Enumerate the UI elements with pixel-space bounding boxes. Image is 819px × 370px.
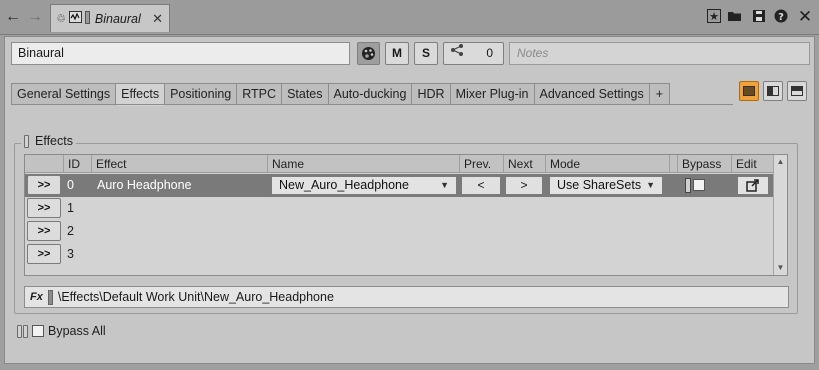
column-name[interactable]: Name (267, 155, 304, 173)
table-scrollbar[interactable]: ▲ ▼ (773, 155, 787, 275)
column-id[interactable]: ID (63, 155, 80, 173)
tab-underline (11, 104, 733, 105)
table-row[interactable]: >> 1 (25, 197, 773, 220)
scroll-down-icon[interactable]: ▼ (774, 261, 787, 275)
mode-value: Use ShareSets (557, 178, 642, 192)
recycle-icon: ♲ (56, 13, 66, 25)
color-swatch-icon (84, 10, 90, 27)
link-grip-icon[interactable] (17, 324, 22, 338)
dropdown-arrow-icon: ▼ (440, 180, 449, 190)
link-grip-icon[interactable] (685, 178, 691, 193)
column-prev[interactable]: Prev. (459, 155, 491, 173)
mode-dropdown[interactable]: Use ShareSets ▼ (549, 176, 663, 195)
bypass-all-control[interactable]: Bypass All (17, 324, 106, 338)
column-edit[interactable]: Edit (731, 155, 757, 173)
property-editor-panel: Binaural M S 0 Notes General Settings Ef… (4, 36, 815, 364)
column-bypass[interactable]: Bypass (677, 155, 721, 173)
back-arrow-icon[interactable]: ← (4, 8, 22, 26)
expand-row-button[interactable]: >> (27, 175, 61, 195)
table-row[interactable]: >> 0 Auro Headphone New_Auro_Headphone ▼… (25, 174, 773, 197)
tab-mixer-plug-in[interactable]: Mixer Plug-in (449, 83, 534, 105)
expand-row-button[interactable]: >> (27, 244, 61, 264)
column-effect[interactable]: Effect (91, 155, 126, 173)
layout-split-vertical-button[interactable] (763, 81, 783, 101)
edit-effect-button[interactable] (737, 176, 769, 195)
column-mode[interactable]: Mode (545, 155, 580, 173)
tab-hdr[interactable]: HDR (411, 83, 450, 105)
prev-effect-button[interactable]: < (461, 176, 501, 195)
single-pane-icon (743, 86, 755, 96)
object-name-field[interactable]: Binaural (11, 42, 350, 65)
effect-path: \Effects\Default Work Unit\New_Auro_Head… (57, 290, 334, 304)
bypass-all-label: Bypass All (48, 324, 106, 338)
effect-name-dropdown[interactable]: New_Auro_Headphone ▼ (271, 176, 457, 195)
next-effect-button[interactable]: > (505, 176, 543, 195)
title-bar: ← → ♲ Binaural ✕ ★ ? ✕ (0, 0, 819, 35)
svg-text:?: ? (778, 12, 784, 23)
row-id: 1 (67, 201, 74, 215)
references-button[interactable]: 0 (443, 42, 504, 65)
grip-icon (24, 134, 29, 148)
share-icon (450, 43, 464, 64)
solo-button[interactable]: S (414, 42, 438, 65)
tab-title: Binaural (94, 11, 141, 26)
bypass-all-checkbox[interactable] (32, 325, 44, 337)
table-row[interactable]: >> 3 (25, 243, 773, 266)
svg-text:★: ★ (709, 10, 719, 23)
column-next[interactable]: Next (503, 155, 533, 173)
dropdown-arrow-icon: ▼ (646, 180, 655, 190)
table-header: ID Effect Name Prev. Next Mode Bypass Ed… (25, 155, 773, 173)
row-id: 2 (67, 224, 74, 238)
row-id: 3 (67, 247, 74, 261)
save-icon[interactable] (751, 9, 767, 25)
property-tabs: General Settings Effects Positioning RTP… (11, 83, 671, 106)
notes-field[interactable]: Notes (509, 42, 810, 65)
tab-advanced-settings[interactable]: Advanced Settings (533, 83, 649, 105)
bypass-checkbox[interactable] (693, 179, 705, 191)
row-effect: Auro Headphone (97, 178, 192, 192)
color-swatch-icon (47, 289, 53, 305)
effect-path-bar: Fx \Effects\Default Work Unit\New_Auro_H… (24, 286, 789, 308)
close-window-icon[interactable]: ✕ (797, 8, 813, 25)
effects-table: ID Effect Name Prev. Next Mode Bypass Ed… (24, 154, 788, 276)
expand-row-button[interactable]: >> (27, 198, 61, 218)
effect-name-value: New_Auro_Headphone (279, 178, 409, 192)
effects-group-label: Effects (35, 134, 73, 148)
waveform-icon (68, 11, 82, 26)
column-spacer (669, 155, 674, 173)
mute-button[interactable]: M (385, 42, 409, 65)
tab-general-settings[interactable]: General Settings (11, 83, 116, 105)
help-icon[interactable]: ? (773, 9, 789, 25)
fx-icon: Fx (30, 291, 43, 303)
tab-states[interactable]: States (281, 83, 328, 105)
add-tab-button[interactable]: + (648, 83, 671, 105)
layout-split-horizontal-button[interactable] (787, 81, 807, 101)
row-id: 0 (67, 178, 74, 192)
color-palette-button[interactable] (357, 42, 380, 65)
forward-arrow-icon[interactable]: → (26, 8, 44, 26)
table-row[interactable]: >> 2 (25, 220, 773, 243)
pin-icon[interactable]: ★ (706, 9, 722, 25)
effects-group-header: Effects (21, 134, 76, 148)
expand-row-button[interactable]: >> (27, 221, 61, 241)
link-grip-icon (23, 324, 28, 338)
layout-single-button[interactable] (739, 81, 759, 101)
scroll-up-icon[interactable]: ▲ (774, 155, 787, 169)
split-horizontal-icon (791, 86, 803, 96)
open-folder-icon[interactable] (727, 9, 743, 25)
object-tab[interactable]: ♲ Binaural ✕ (50, 4, 170, 32)
tab-effects[interactable]: Effects (115, 83, 165, 106)
close-tab-icon[interactable]: ✕ (152, 11, 163, 27)
palette-icon (362, 47, 375, 60)
references-count: 0 (486, 46, 493, 60)
external-edit-icon (746, 179, 759, 192)
tab-positioning[interactable]: Positioning (164, 83, 237, 105)
tab-auto-ducking[interactable]: Auto-ducking (327, 83, 412, 105)
tab-rtpc[interactable]: RTPC (236, 83, 282, 105)
split-vertical-icon (767, 86, 779, 96)
